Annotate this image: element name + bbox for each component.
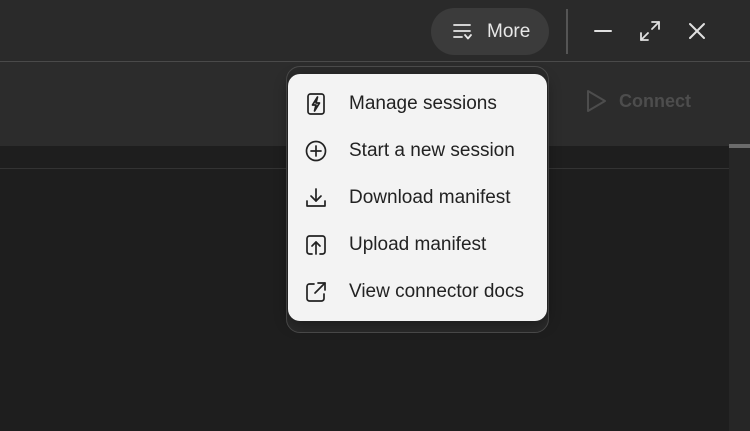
close-icon: [689, 23, 705, 39]
external-link-icon: [306, 281, 326, 302]
menu-item-view-connector-docs[interactable]: View connector docs: [288, 268, 547, 315]
menu-list-icon: [453, 23, 472, 39]
menu-item-download-manifest[interactable]: Download manifest: [288, 174, 547, 221]
scrollbar-thumb[interactable]: [729, 144, 750, 148]
more-button[interactable]: More: [431, 8, 549, 55]
connect-button[interactable]: Connect: [583, 88, 691, 114]
menu-item-start-session[interactable]: Start a new session: [288, 127, 547, 174]
maximize-icon: [640, 21, 660, 41]
download-icon: [306, 187, 326, 207]
titlebar-divider: [566, 9, 568, 54]
maximize-button[interactable]: [633, 14, 667, 48]
close-button[interactable]: [680, 14, 714, 48]
minimize-button[interactable]: [586, 14, 620, 48]
scrollbar[interactable]: [729, 144, 750, 431]
menu-item-upload-manifest[interactable]: Upload manifest: [288, 221, 547, 268]
menu-item-manage-sessions[interactable]: Manage sessions: [288, 80, 547, 127]
menu-item-label: Start a new session: [349, 139, 515, 161]
plus-circle-icon: [305, 140, 327, 161]
menu-item-label: Upload manifest: [349, 233, 487, 255]
more-menu: Manage sessions Start a new session Down…: [288, 74, 547, 321]
minimize-icon: [594, 30, 612, 32]
play-icon: [587, 90, 606, 112]
menu-item-label: Manage sessions: [349, 92, 497, 114]
lightning-document-icon: [307, 92, 325, 115]
menu-item-label: View connector docs: [349, 280, 524, 302]
connect-label: Connect: [619, 90, 691, 111]
menu-item-label: Download manifest: [349, 186, 511, 208]
more-button-label: More: [487, 20, 531, 42]
upload-icon: [306, 234, 326, 255]
